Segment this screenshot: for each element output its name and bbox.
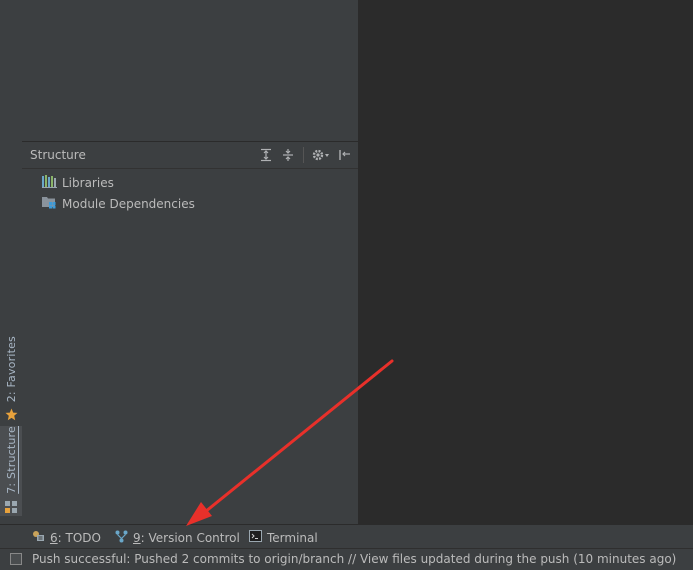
tab-terminal[interactable]: Terminal <box>249 529 318 546</box>
libraries-icon <box>42 174 58 191</box>
tool-windows-toggle[interactable] <box>10 553 22 565</box>
bottom-tool-bar: 6: TODO 9: Version Control Terminal <box>0 524 693 549</box>
tree-item-libraries[interactable]: Libraries <box>42 172 195 193</box>
status-message[interactable]: Push successful: Pushed 2 commits to ori… <box>32 552 676 566</box>
star-icon <box>5 406 18 425</box>
todo-icon <box>32 530 45 545</box>
structure-tool-tab[interactable]: 7: Structure <box>0 426 22 516</box>
status-bar: Push successful: Pushed 2 commits to ori… <box>0 548 693 570</box>
structure-toolbar <box>257 146 354 164</box>
tree-item-module-dependencies[interactable]: Module Dependencies <box>42 193 195 214</box>
favorites-tab-label: 2: Favorites <box>4 336 18 403</box>
structure-icon <box>5 498 17 517</box>
version-control-icon <box>115 530 128 546</box>
upper-tool-panel <box>22 0 359 141</box>
expand-all-icon[interactable] <box>257 146 275 164</box>
structure-tab-label: 7: Structure <box>4 426 18 494</box>
favorites-tool-tab[interactable]: 2: Favorites <box>0 336 22 421</box>
editor-area[interactable] <box>359 0 693 524</box>
settings-icon[interactable] <box>310 146 332 164</box>
tab-terminal-label: Terminal <box>267 530 318 545</box>
structure-tree: Libraries Module Dependencies <box>42 172 195 214</box>
tab-version-control[interactable]: 9: Version Control <box>115 529 240 546</box>
tab-todo-label: 6: TODO <box>50 530 101 545</box>
toolbar-separator <box>303 147 304 163</box>
module-dependencies-icon <box>42 195 58 212</box>
tree-item-label: Libraries <box>62 175 114 190</box>
hide-panel-icon[interactable] <box>336 146 354 164</box>
structure-panel: Structure Libraries Module Dependencies <box>22 141 359 525</box>
structure-panel-header: Structure <box>22 142 358 169</box>
left-tool-strip: 2: Favorites 7: Structure <box>0 0 23 524</box>
tree-item-label: Module Dependencies <box>62 196 195 211</box>
collapse-all-icon[interactable] <box>279 146 297 164</box>
ide-window: 2: Favorites 7: Structure Structure Libr… <box>0 0 693 570</box>
tab-todo[interactable]: 6: TODO <box>32 529 101 546</box>
structure-panel-title: Structure <box>30 148 86 162</box>
terminal-icon <box>249 530 262 545</box>
tab-version-control-label: 9: Version Control <box>133 530 240 545</box>
